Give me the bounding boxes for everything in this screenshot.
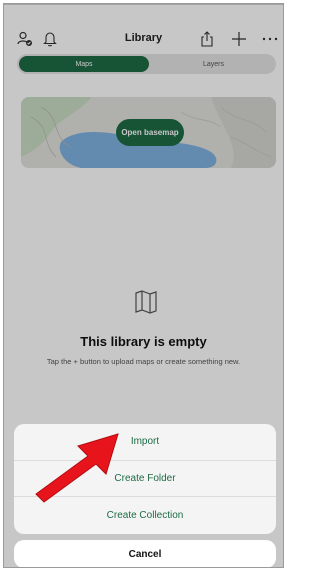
screen-frame: Library Maps Layers Open basemap This li… bbox=[3, 3, 284, 568]
annotation-arrow-icon bbox=[35, 433, 119, 503]
cancel-button[interactable]: Cancel bbox=[14, 540, 276, 567]
app-window: Library Maps Layers Open basemap This li… bbox=[0, 0, 287, 571]
